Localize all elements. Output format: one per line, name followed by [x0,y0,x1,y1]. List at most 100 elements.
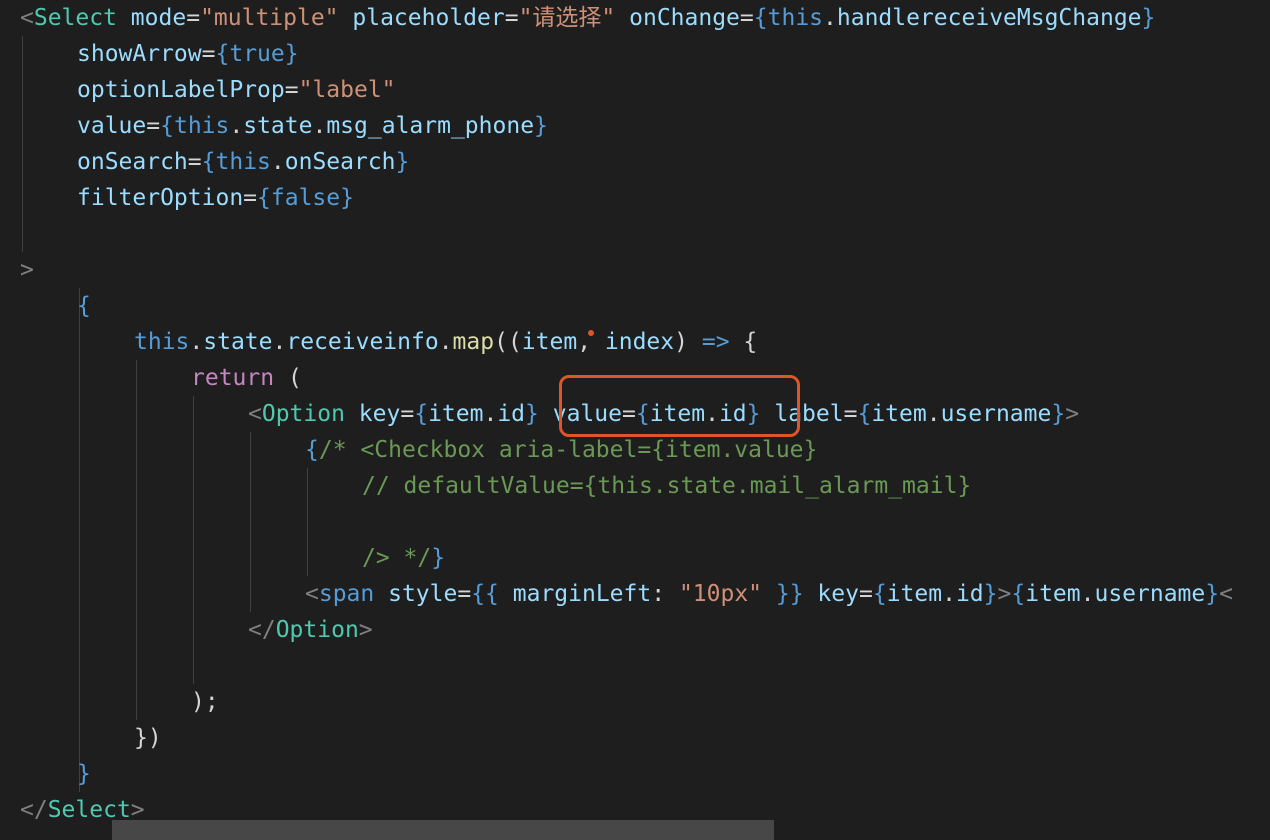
code-token: receiveinfo [286,329,439,355]
horizontal-scrollbar[interactable] [112,820,774,840]
code-token: } [340,185,354,211]
code-token: true [229,41,285,67]
code-token: < [1219,581,1233,607]
code-token: . [483,401,498,427]
code-token: id [497,401,526,427]
code-token: span [318,581,375,607]
code-token: = [400,401,415,427]
code-token: item [521,329,578,355]
code-token: . [189,329,204,355]
code-token: } [1141,5,1156,31]
indent-guide [193,396,194,684]
code-token: state [243,113,313,139]
code-token: { [257,185,271,211]
code-token: . [272,329,287,355]
code-token: key [803,581,859,607]
code-editor[interactable]: <Select mode="multiple" placeholder="请选择… [0,0,1270,840]
code-token: map [452,329,495,355]
code-line: onSearch={this.onSearch} [77,144,409,180]
code-token: msg_alarm_phone [326,113,535,139]
code-token: = [843,401,858,427]
code-token: "label" [298,77,396,103]
code-token: { [753,5,768,31]
code-token: ( [274,365,302,391]
code-token: showArrow [77,41,202,67]
code-token: {{ [471,581,499,607]
code-token: { [305,437,319,463]
code-token: key [344,401,401,427]
code-token: this [173,113,230,139]
indent-guide [250,432,251,612]
code-token: { [160,113,174,139]
code-token: . [926,401,941,427]
code-token: = [243,185,258,211]
code-token: } [395,149,410,175]
code-token: = [457,581,472,607]
code-token: this [134,329,190,355]
code-token: < [20,5,34,31]
code-line: this.state.receiveinfo.map((item, index)… [134,324,757,360]
code-token: item [886,581,943,607]
code-token: </ [20,797,48,823]
code-token: Option [261,401,345,427]
code-token: > [1065,401,1080,427]
code-token: . [823,5,837,31]
code-token: ) [674,329,702,355]
code-token: onSearch [284,149,396,175]
code-line: <Select mode="multiple" placeholder="请选择… [20,0,1155,36]
indent-guide [22,36,23,252]
code-line: > [20,252,34,288]
code-token: . [312,113,327,139]
indent-guide [79,288,80,792]
code-line: value={this.state.msg_alarm_phone} [77,108,548,144]
code-line: </Option> [248,612,373,648]
code-token: mode [116,5,187,31]
code-token: item [428,401,484,427]
code-token: } [525,401,539,427]
code-token: marginLeft [498,581,652,607]
code-token: { [857,401,872,427]
code-token: return [191,365,275,391]
code-token: { [215,41,230,67]
code-token: > [997,581,1012,607]
code-token: . [229,113,244,139]
code-token: (( [494,329,522,355]
code-token: } [77,761,91,787]
code-token: { [414,401,429,427]
code-line: showArrow={true} [77,36,299,72]
code-token: style [374,581,458,607]
code-token: . [270,149,285,175]
code-line: }) [134,720,162,756]
code-token: { [1011,581,1026,607]
code-token: username [940,401,1052,427]
code-line: filterOption={false} [77,180,354,216]
code-token: "10px" [678,581,763,607]
code-token: "请选择" [518,5,616,31]
code-token: . [1080,581,1095,607]
code-token: = [858,581,873,607]
code-token: { [729,329,758,355]
code-line: /> */} [362,540,445,576]
code-token: { [77,293,91,319]
indent-guide [136,360,137,720]
code-token: = [201,41,216,67]
code-token: index [604,329,675,355]
code-line: ); [191,684,219,720]
code-token: state [203,329,273,355]
code-token: = [504,5,519,31]
code-token: handlereceiveMsgChange [836,5,1142,31]
code-token: = [739,5,754,31]
code-token: = [187,149,202,175]
code-token: optionLabelProp [77,77,285,103]
code-token: item [1025,581,1081,607]
highlight-box [559,375,800,437]
code-token: { [872,581,887,607]
code-token: Option [275,617,359,643]
code-token: /* <Checkbox aria-label={item.value} [318,437,818,463]
code-token: = [146,113,161,139]
code-token: /> */ [362,545,432,571]
code-token: onSearch [77,149,188,175]
breakpoint-marker [588,330,594,336]
code-token: > [358,617,373,643]
code-token: } [1051,401,1066,427]
